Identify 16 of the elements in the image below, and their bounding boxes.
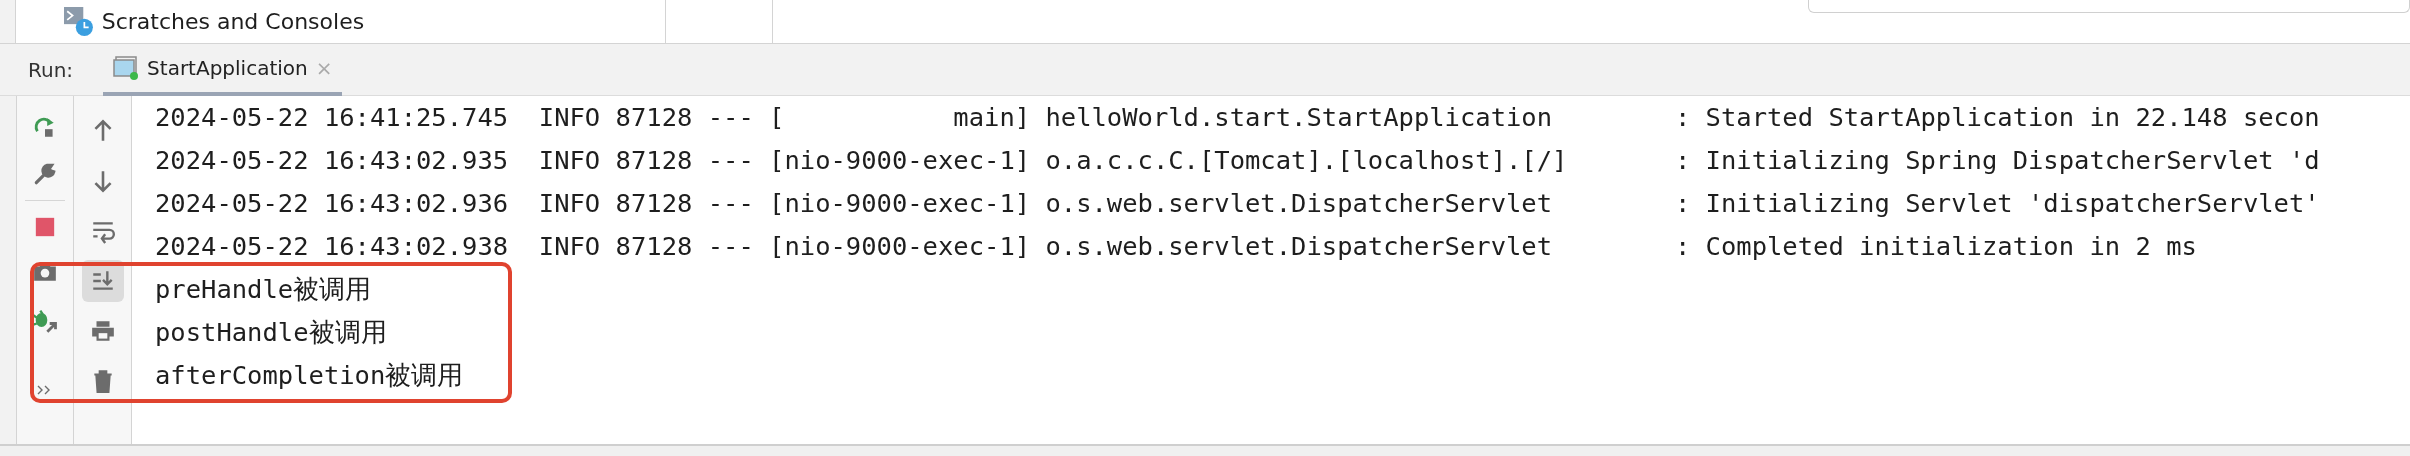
stop-icon[interactable] bbox=[34, 216, 56, 238]
tree-item[interactable]: Scratches and Consoles bbox=[101, 9, 365, 34]
console-line: 2024-05-22 16:43:02.935 INFO 87128 --- [nio-9000-exec-1] o.a.c.c.C.[Tomcat].[localhost].[/] : Initializing Spring DispatcherServlet 'd bbox=[155, 144, 2320, 177]
console-line: 2024-05-22 16:43:02.936 INFO 87128 --- [nio-9000-exec-1] o.s.web.servlet.DispatcherServlet : Initializing Servlet 'dispatcherServlet' bbox=[155, 187, 2320, 220]
console-line: 2024-05-22 16:41:25.745 INFO 87128 --- [ main] helloWorld.start.StartApplication : Started StartApplication in 22.148 secon bbox=[155, 101, 2320, 134]
console-line: preHandle被调用 bbox=[155, 273, 372, 306]
printer-icon bbox=[89, 318, 116, 344]
console-icon bbox=[63, 6, 94, 37]
console-line: postHandle被调用 bbox=[155, 316, 387, 349]
run-tab[interactable]: StartApplication × bbox=[103, 43, 343, 96]
console-line: afterCompletion被调用 bbox=[155, 359, 464, 392]
window-icon bbox=[113, 54, 140, 81]
run-label: Run: bbox=[28, 57, 74, 82]
scroll-to-end-button[interactable] bbox=[81, 260, 124, 302]
console-line: 2024-05-22 16:43:02.938 INFO 87128 --- [nio-9000-exec-1] o.s.web.servlet.DispatcherServlet : Completed initialization in 2 ms bbox=[155, 230, 2197, 263]
wrench-icon[interactable] bbox=[32, 161, 58, 187]
